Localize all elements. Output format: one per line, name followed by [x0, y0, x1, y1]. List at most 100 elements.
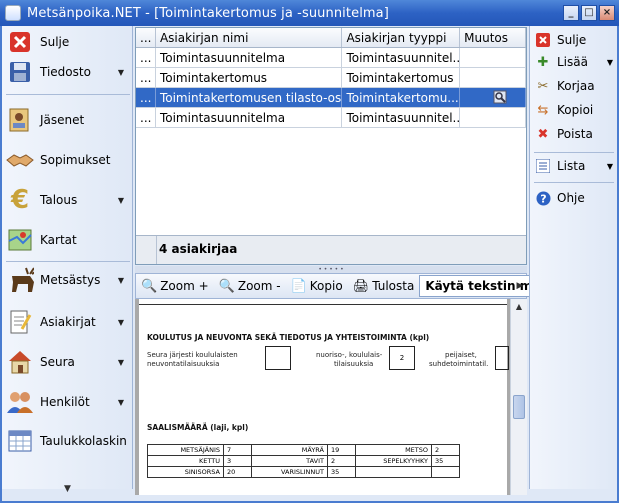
- chevron-down-icon: ▼: [117, 357, 124, 367]
- cell-edit[interactable]: [460, 88, 526, 107]
- table-row[interactable]: ... Toimintasuunnitelma Toimintasuunnite…: [136, 48, 526, 68]
- catch-count: 20: [223, 466, 252, 478]
- catch-species: KETTU: [147, 455, 224, 467]
- handshake-icon: [6, 146, 34, 174]
- actions-separator: [534, 152, 614, 153]
- zoom-out-label: Zoom -: [237, 279, 281, 293]
- splitter-handle[interactable]: • • • • •: [135, 266, 527, 273]
- action-delete-button[interactable]: ✖ Poista: [535, 126, 615, 142]
- feast-value-box: [495, 346, 509, 370]
- cell-edit: [460, 68, 526, 87]
- grid-header: ... Asiakirjan nimi Asiakirjan tyyppi Mu…: [136, 28, 526, 48]
- action-close-label: Sulje: [557, 33, 587, 47]
- table-row[interactable]: ... Toimintakertomus Toimintakertomus: [136, 68, 526, 88]
- spreadsheet-icon: [6, 427, 34, 455]
- section-training-text-2: neuvontatilaisuuksia: [147, 360, 220, 368]
- nav-club-button[interactable]: Seura ▼: [6, 348, 130, 376]
- chevron-down-icon: ▼: [606, 57, 613, 67]
- map-icon: [6, 226, 34, 254]
- action-help-button[interactable]: ? Ohje: [535, 190, 615, 206]
- column-header-edit[interactable]: Muutos: [460, 28, 526, 47]
- table-row-selected[interactable]: ... Toimintakertomusen tilasto-osa Toimi…: [136, 88, 526, 108]
- nav-hunting-label: Metsästys: [40, 273, 101, 287]
- euro-icon: €: [10, 185, 30, 215]
- table-row: METSÄJÄNIS 7 MÄYRÄ 19 METSO 2: [147, 444, 460, 456]
- catch-count: 35: [431, 455, 460, 467]
- nav-hunting-button[interactable]: Metsästys ▼: [6, 266, 130, 294]
- document-vertical-scrollbar[interactable]: ▲: [510, 299, 527, 495]
- action-close-button[interactable]: Sulje: [535, 32, 615, 48]
- row-selector[interactable]: ...: [136, 48, 156, 67]
- documents-grid[interactable]: ... Asiakirjan nimi Asiakirjan tyyppi Mu…: [135, 27, 527, 265]
- catch-species: MÄYRÄ: [251, 444, 328, 456]
- cell-name: Toimintakertomus: [156, 68, 343, 87]
- section-training-text-1: Seura järjesti koululaisten: [147, 351, 238, 359]
- nav-contracts-button[interactable]: Sopimukset: [6, 146, 130, 174]
- zoom-out-button[interactable]: 🔍 Zoom -: [214, 275, 286, 297]
- catch-table: METSÄJÄNIS 7 MÄYRÄ 19 METSO 2 KETTU 3 TA…: [147, 444, 460, 478]
- zoom-in-icon: 🔍: [141, 278, 158, 294]
- page-top-cutoff: [139, 299, 507, 305]
- action-list-label: Lista: [557, 159, 586, 173]
- nav-members-button[interactable]: Jäsenet: [6, 106, 130, 134]
- row-selector[interactable]: ...: [136, 68, 156, 87]
- scroll-up-arrow[interactable]: ▲: [511, 299, 527, 315]
- zoom-in-label: Zoom +: [160, 279, 209, 293]
- document-page: KOULUTUS JA NEUVONTA SEKÄ TIEDOTUS JA YH…: [139, 299, 509, 495]
- minimize-button[interactable]: _: [563, 5, 579, 21]
- maximize-button[interactable]: □: [581, 5, 597, 21]
- cell-edit: [460, 48, 526, 67]
- action-copy-button[interactable]: ⇆ Kopioi: [535, 102, 615, 118]
- youth-value-box: 2: [389, 346, 415, 370]
- nav-finance-button[interactable]: € Talous ▼: [6, 185, 130, 215]
- moose-icon: [6, 266, 34, 294]
- row-selector[interactable]: ...: [136, 108, 156, 127]
- nav-people-button[interactable]: Henkilöt ▼: [6, 388, 130, 416]
- close-window-button[interactable]: ×: [599, 5, 615, 21]
- column-header-name[interactable]: Asiakirjan nimi: [156, 28, 343, 47]
- zoom-in-button[interactable]: 🔍 Zoom +: [136, 275, 214, 297]
- nav-finance-label: Talous: [40, 193, 78, 207]
- app-icon: [5, 5, 21, 21]
- collapse-panel-button[interactable]: ▼: [2, 482, 133, 496]
- nav-maps-button[interactable]: Kartat: [6, 226, 130, 254]
- copy-label: Kopio: [309, 279, 343, 293]
- copy-document-button[interactable]: 📄 Kopio: [286, 275, 348, 297]
- row-selector[interactable]: ...: [136, 88, 156, 107]
- nav-separator: [6, 261, 130, 262]
- cell-type: Toimintakertomu...: [342, 88, 461, 107]
- nav-file-button[interactable]: Tiedosto ▼: [6, 58, 130, 86]
- grid-footer: 4 asiakirjaa: [136, 235, 526, 264]
- action-copy-label: Kopioi: [557, 103, 594, 117]
- chevron-down-icon: ▼: [117, 317, 124, 327]
- toolbar-overflow-arrow[interactable]: ▶: [514, 276, 526, 296]
- column-header-selector[interactable]: ...: [136, 28, 156, 47]
- document-preview: KOULUTUS JA NEUVONTA SEKÄ TIEDOTUS JA YH…: [135, 299, 527, 495]
- nav-contracts-label: Sopimukset: [40, 153, 111, 167]
- window-title: Metsänpoika.NET - [Toimintakertomus ja -…: [27, 5, 389, 21]
- column-header-type[interactable]: Asiakirjan tyyppi: [342, 28, 461, 47]
- table-row[interactable]: ... Toimintasuunnitelma Toimintasuunnite…: [136, 108, 526, 128]
- section-training-title: KOULUTUS JA NEUVONTA SEKÄ TIEDOTUS JA YH…: [147, 333, 430, 342]
- svg-text:?: ?: [540, 192, 546, 205]
- action-list-button[interactable]: Lista ▼: [535, 158, 615, 174]
- nav-spreadsheet-button[interactable]: Taulukkolaskin: [6, 427, 130, 455]
- copy-icon: ⇆: [537, 102, 549, 118]
- catch-species: METSO: [355, 444, 432, 456]
- title-bar: Metsänpoika.NET - [Toimintakertomus ja -…: [0, 0, 619, 26]
- chevron-down-icon: ▼: [117, 275, 124, 285]
- add-icon: ✚: [537, 54, 549, 70]
- catch-species: SEPELKYYHKY: [355, 455, 432, 467]
- action-add-button[interactable]: ✚ Lisää ▼: [535, 54, 615, 70]
- nav-close-button[interactable]: Sulje: [6, 28, 130, 56]
- house-icon: [6, 348, 34, 376]
- action-edit-button[interactable]: ✂ Korjaa: [535, 78, 615, 94]
- edit-icon[interactable]: [493, 90, 507, 107]
- print-button[interactable]: 🖨 Tulosta: [348, 275, 420, 297]
- scroll-thumb[interactable]: [513, 395, 525, 419]
- section-youth-text-1: nuoriso-, koululais-: [316, 351, 383, 359]
- catch-species: METSÄJÄNIS: [147, 444, 224, 456]
- nav-documents-button[interactable]: Asiakirjat ▼: [6, 308, 130, 336]
- text-mode-button[interactable]: Käytä tekstin mu: [419, 275, 547, 297]
- table-row: KETTU 3 TAVIT 2 SEPELKYYHKY 35: [147, 455, 460, 467]
